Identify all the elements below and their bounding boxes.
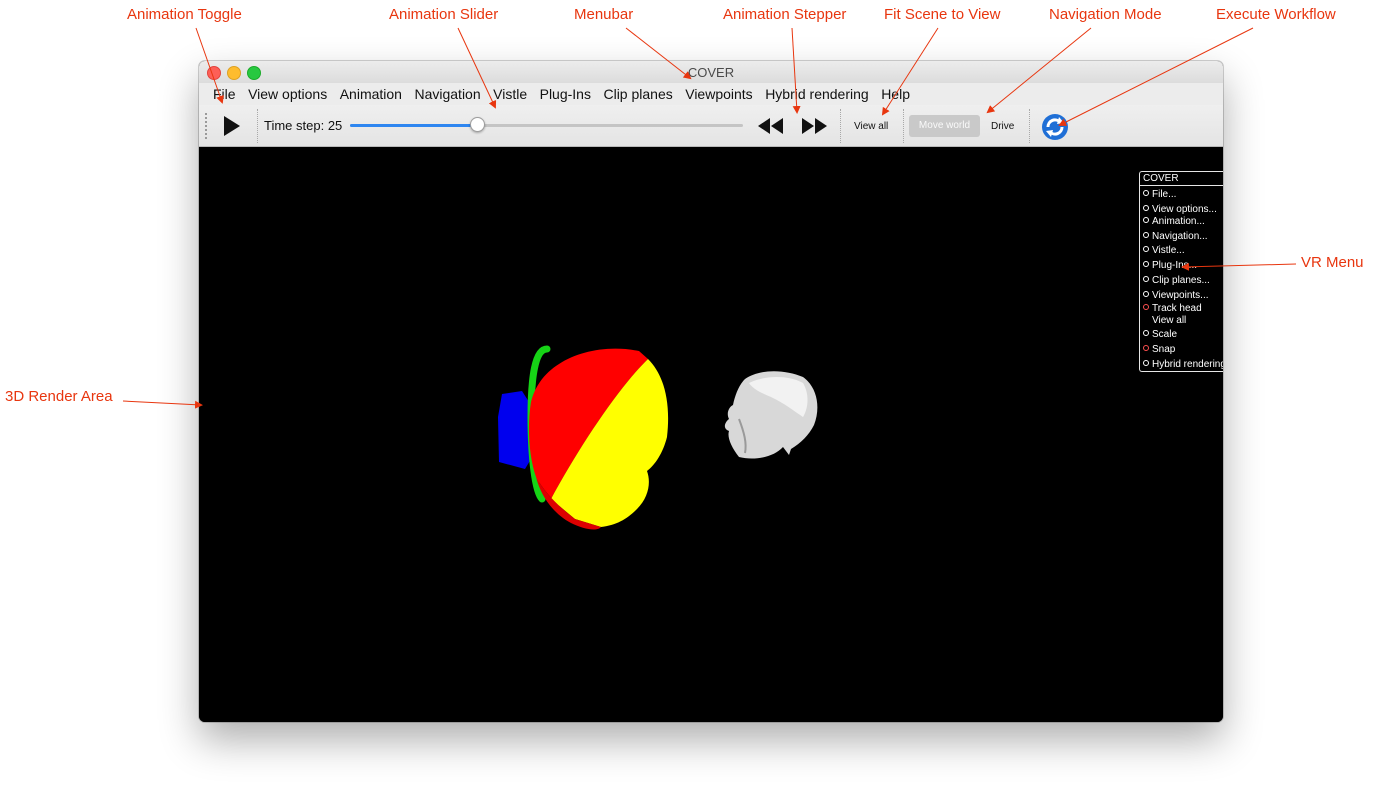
vr-menu-item-label: Vistle...: [1152, 245, 1185, 256]
menu-help[interactable]: Help: [881, 86, 910, 102]
blank-icon: [1143, 316, 1149, 322]
menu-hybrid-rendering[interactable]: Hybrid rendering: [765, 86, 869, 102]
vr-menu-item-label: View all: [1152, 315, 1187, 326]
vr-menu-item-view-options[interactable]: View options...: [1143, 204, 1217, 215]
radio-icon: [1143, 190, 1149, 196]
toolbar-separator: [840, 109, 841, 143]
menu-file[interactable]: File: [213, 86, 236, 102]
radio-icon: [1143, 246, 1149, 252]
refresh-icon: [1042, 114, 1068, 140]
vr-menu-item-hybrid-rendering[interactable]: Hybrid rendering...: [1143, 359, 1223, 370]
vr-menu-item-label: Animation...: [1152, 216, 1205, 227]
annotation-fit-scene: Fit Scene to View: [884, 6, 1001, 23]
annotation-animation-slider: Animation Slider: [389, 6, 499, 23]
vr-menu-item-scale[interactable]: Scale: [1143, 329, 1177, 340]
menu-view-options[interactable]: View options: [248, 86, 327, 102]
view-all-button[interactable]: View all: [854, 121, 888, 132]
menu-vistle[interactable]: Vistle: [493, 86, 527, 102]
vr-menu-item-label: Navigation...: [1152, 231, 1208, 242]
menu-navigation[interactable]: Navigation: [414, 86, 480, 102]
radio-icon: [1143, 261, 1149, 267]
menu-animation[interactable]: Animation: [340, 86, 402, 102]
radio-icon: [1143, 291, 1149, 297]
vr-menu-item-clip-planes[interactable]: Clip planes...: [1143, 275, 1210, 286]
execute-workflow-button[interactable]: [1040, 112, 1070, 142]
annotation-menubar: Menubar: [574, 6, 634, 23]
move-world-button[interactable]: Move world: [909, 115, 980, 137]
radio-icon: [1143, 205, 1149, 211]
menu-plug-ins[interactable]: Plug-Ins: [540, 86, 591, 102]
window-title: COVER: [687, 65, 735, 80]
vr-menu-title: COVER: [1140, 172, 1223, 186]
blue-object: [498, 391, 531, 469]
drive-button[interactable]: Drive: [991, 121, 1014, 132]
vr-menu-item-label: Plug-Ins...: [1152, 260, 1198, 271]
toolbar-separator: [1029, 109, 1030, 143]
vr-menu-item-track-head[interactable]: Track head: [1143, 303, 1202, 314]
vr-menu-item-label: Clip planes...: [1152, 275, 1210, 286]
menu-viewpoints[interactable]: Viewpoints: [685, 86, 752, 102]
timestep-label: Time step: 25: [264, 118, 343, 133]
vr-menu-item-viewpoints[interactable]: Viewpoints...: [1143, 290, 1209, 301]
annotation-execute-workflow: Execute Workflow: [1216, 6, 1336, 23]
scene-view: [498, 345, 818, 530]
animation-toggle-button[interactable]: [219, 114, 243, 138]
step-forward-button[interactable]: [800, 116, 828, 136]
menubar: File View options Animation Navigation V…: [199, 83, 1223, 105]
vr-menu-item-label: Snap: [1152, 344, 1176, 355]
radio-icon: [1143, 217, 1149, 223]
animation-slider[interactable]: [350, 117, 743, 132]
vr-menu: COVER File... View options... Animation.…: [1139, 171, 1223, 372]
play-icon: [224, 116, 240, 136]
radio-icon: [1143, 232, 1149, 238]
step-back-button[interactable]: [757, 116, 785, 136]
radio-icon: [1143, 360, 1149, 366]
cover-window: COVER File View options Animation Naviga…: [199, 61, 1223, 722]
toolbar-separator: [257, 109, 258, 143]
vr-menu-item-plug-ins[interactable]: Plug-Ins...: [1143, 260, 1197, 271]
fast-forward-icon: [802, 118, 827, 134]
animation-slider-fill: [350, 124, 478, 127]
toolbar: Time step: 25 View all Move world Drive: [199, 105, 1223, 147]
render-area[interactable]: COVER File... View options... Animation.…: [199, 147, 1223, 722]
rewind-icon: [758, 118, 783, 134]
vr-menu-item-animation[interactable]: Animation...: [1143, 216, 1205, 227]
checkbox-checked-icon: [1143, 304, 1149, 310]
checkbox-checked-icon: [1143, 345, 1149, 351]
vr-menu-item-label: Hybrid rendering...: [1152, 359, 1223, 370]
title-bar: COVER: [199, 61, 1223, 83]
arrow-render-area: [122, 400, 203, 409]
vr-menu-item-vistle[interactable]: Vistle...: [1143, 245, 1185, 256]
vr-menu-item-label: File...: [1152, 189, 1177, 200]
menu-clip-planes[interactable]: Clip planes: [603, 86, 672, 102]
annotation-animation-stepper: Animation Stepper: [723, 6, 847, 23]
annotation-navigation-mode: Navigation Mode: [1049, 6, 1162, 23]
toolbar-separator: [903, 109, 904, 143]
vr-menu-item-label: Track head: [1152, 303, 1202, 314]
vr-menu-item-view-all[interactable]: View all: [1143, 315, 1186, 326]
annotation-animation-toggle: Animation Toggle: [127, 6, 242, 23]
radio-icon: [1143, 330, 1149, 336]
annotation-vr-menu: VR Menu: [1301, 254, 1364, 271]
vr-menu-item-file[interactable]: File...: [1143, 189, 1176, 200]
annotation-render-area: 3D Render Area: [5, 388, 113, 405]
radio-icon: [1143, 276, 1149, 282]
vr-menu-item-label: Viewpoints...: [1152, 290, 1209, 301]
vr-menu-item-label: Scale: [1152, 329, 1178, 340]
animation-slider-thumb[interactable]: [469, 117, 485, 132]
vr-menu-item-label: View options...: [1152, 204, 1217, 215]
vr-menu-item-navigation[interactable]: Navigation...: [1143, 231, 1208, 242]
vr-menu-item-snap[interactable]: Snap: [1143, 344, 1175, 355]
toolbar-grip[interactable]: [205, 113, 207, 139]
